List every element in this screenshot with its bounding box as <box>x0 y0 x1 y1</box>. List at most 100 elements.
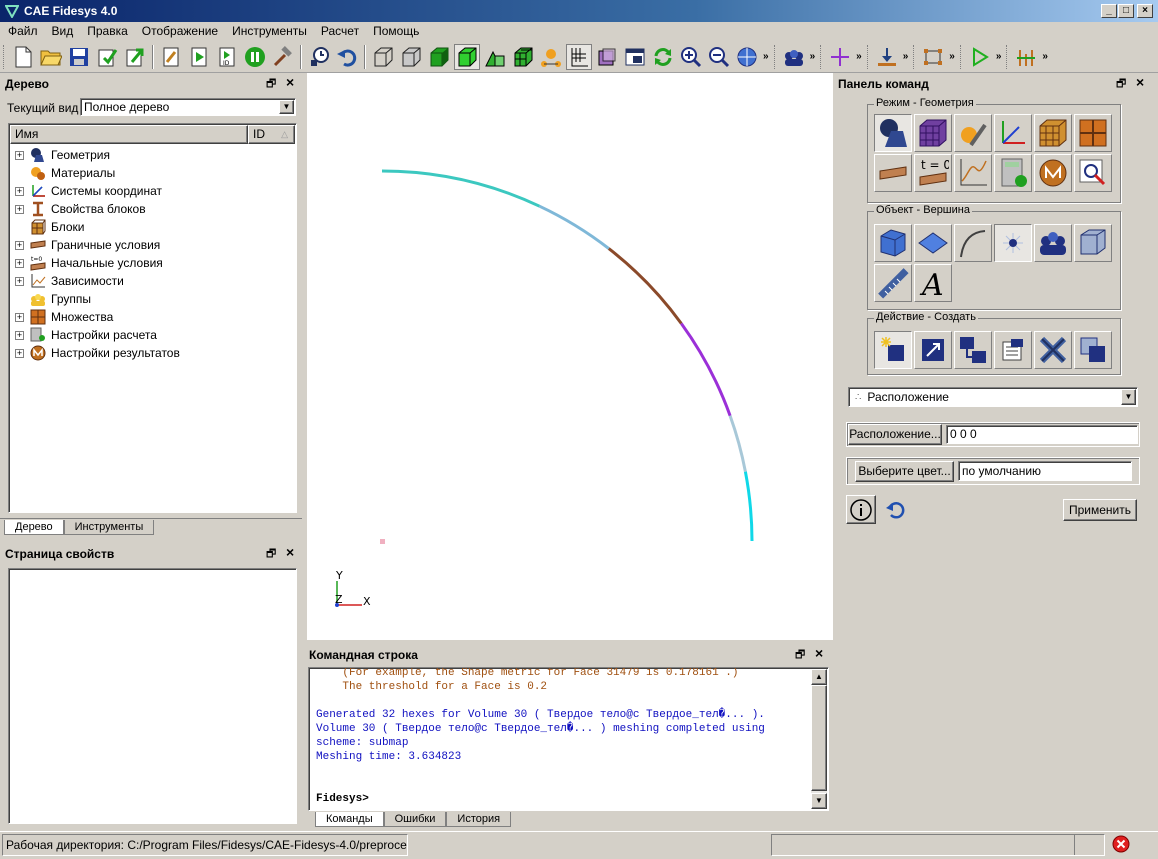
tree-item-geometry[interactable]: + Геометрия <box>15 146 285 164</box>
group-object-icon[interactable] <box>1034 224 1072 262</box>
tree-item-block-properties[interactable]: + Свойства блоков <box>15 200 285 218</box>
body-icon[interactable] <box>1074 224 1112 262</box>
chevron-down-icon[interactable]: ▼ <box>1121 389 1136 405</box>
tab-history[interactable]: История <box>446 812 512 827</box>
run-id-icon[interactable]: ID <box>214 44 240 70</box>
import-icon[interactable] <box>94 44 120 70</box>
export-icon[interactable] <box>122 44 148 70</box>
undo-icon[interactable] <box>334 44 360 70</box>
graphics-viewport[interactable]: Y Z X <box>307 73 833 640</box>
reset-icon[interactable] <box>884 498 908 522</box>
toolbar-more-icon[interactable]: » <box>856 51 862 62</box>
shapes-view-icon[interactable] <box>482 44 508 70</box>
grid-axes-icon[interactable] <box>566 43 592 70</box>
tab-commands[interactable]: Команды <box>315 812 384 827</box>
tree-item-boundary-conditions[interactable]: + Граничные условия <box>15 236 285 254</box>
float-panel-icon[interactable]: 🗗 <box>266 545 276 564</box>
initial-t0-icon[interactable]: t = 0 <box>914 154 952 192</box>
measure-icon[interactable] <box>874 264 912 302</box>
color-input[interactable]: по умолчанию <box>958 461 1132 481</box>
create-icon[interactable] <box>874 331 912 369</box>
tree-item-results-settings[interactable]: + Настройки результатов <box>15 344 285 362</box>
expand-icon[interactable]: + <box>15 348 24 358</box>
zoom-fit-icon[interactable] <box>734 44 760 70</box>
transparency-icon[interactable] <box>594 44 620 70</box>
view-select[interactable]: Полное дерево ▼ <box>80 98 296 116</box>
menu-view[interactable]: Вид <box>44 24 80 38</box>
expand-icon[interactable]: + <box>15 258 24 268</box>
menu-calculation[interactable]: Расчет <box>313 24 365 38</box>
close-window-button[interactable]: × <box>1137 4 1153 18</box>
shaded-view-icon[interactable] <box>426 44 452 70</box>
coordinate-mode-icon[interactable] <box>994 114 1032 152</box>
expand-icon[interactable]: + <box>15 276 24 286</box>
toolbar-grip[interactable] <box>3 44 6 69</box>
console-output[interactable]: (For example, the Shape metric for Face … <box>308 667 829 811</box>
copy-transform-icon[interactable] <box>954 331 992 369</box>
tree-item-blocks[interactable]: Блоки <box>15 218 285 236</box>
float-panel-icon[interactable]: 🗗 <box>1116 75 1126 94</box>
shaded-edges-view-icon[interactable] <box>454 43 480 70</box>
tree-item-initial-conditions[interactable]: + t=0 Начальные условия <box>15 254 285 272</box>
save-icon[interactable] <box>66 44 92 70</box>
info-button[interactable] <box>846 495 876 524</box>
toolbar-more-icon[interactable]: » <box>1042 51 1048 62</box>
delete-icon[interactable] <box>1034 331 1072 369</box>
toolbar-more-icon[interactable]: » <box>949 51 955 62</box>
modify-icon[interactable] <box>914 331 952 369</box>
location-input[interactable]: 0 0 0 <box>946 425 1138 444</box>
toolbar-more-icon[interactable]: » <box>996 51 1002 62</box>
curve-icon[interactable] <box>954 224 992 262</box>
run-script-icon[interactable] <box>186 44 212 70</box>
column-header-name[interactable]: Имя <box>10 125 248 144</box>
settings-clock-icon[interactable] <box>306 44 332 70</box>
menu-tools[interactable]: Инструменты <box>224 24 313 38</box>
boundary-mode-icon[interactable] <box>874 154 912 192</box>
apply-button[interactable]: Применить <box>1063 499 1137 521</box>
console-prompt[interactable]: Fidesys> <box>316 792 369 806</box>
groups-toolbar-icon[interactable] <box>781 44 807 70</box>
tree-item-groups[interactable]: Группы <box>15 290 285 308</box>
tree-item-coordinate-systems[interactable]: + Системы координат <box>15 182 285 200</box>
wireframe-view-icon[interactable] <box>370 44 396 70</box>
surface-icon[interactable] <box>914 224 952 262</box>
edit-script-icon[interactable] <box>158 44 184 70</box>
mesh-view-icon[interactable] <box>510 44 536 70</box>
dependency-mode-icon[interactable] <box>954 154 992 192</box>
sets-mode-icon[interactable] <box>1074 114 1112 152</box>
location-dropdown[interactable]: ∴ Расположение ▼ <box>848 387 1138 407</box>
sort-axes-icon[interactable] <box>1013 44 1039 70</box>
chevron-down-icon[interactable]: ▼ <box>279 100 294 114</box>
column-header-id[interactable]: ID △ <box>248 125 295 144</box>
console-scrollbar[interactable]: ▲ ▼ <box>811 669 827 809</box>
stop-icon[interactable] <box>1112 835 1130 853</box>
location-button[interactable]: Расположение... <box>848 424 942 445</box>
tools-mode-icon[interactable] <box>954 114 992 152</box>
tree-item-dependencies[interactable]: + Зависимости <box>15 272 285 290</box>
close-panel-icon[interactable]: × <box>286 544 294 560</box>
menu-edit[interactable]: Правка <box>79 24 134 38</box>
tab-errors[interactable]: Ошибки <box>383 812 447 827</box>
inspect-mode-icon[interactable] <box>1074 154 1112 192</box>
expand-icon[interactable]: + <box>15 204 24 214</box>
menu-help[interactable]: Помощь <box>365 24 425 38</box>
pause-icon[interactable] <box>242 44 268 70</box>
menu-file[interactable]: Файл <box>0 24 44 38</box>
float-panel-icon[interactable]: 🗗 <box>795 646 805 665</box>
maximize-button[interactable]: □ <box>1118 4 1134 18</box>
results-mode-icon[interactable] <box>1034 154 1072 192</box>
minimize-button[interactable]: _ <box>1101 4 1117 18</box>
blocks-mode-icon[interactable] <box>1034 114 1072 152</box>
scroll-thumb[interactable] <box>811 685 827 791</box>
zoom-out-icon[interactable] <box>706 44 732 70</box>
toolbar-more-icon[interactable]: » <box>903 51 909 62</box>
geometry-mode-icon[interactable] <box>874 114 912 152</box>
hammer-icon[interactable] <box>270 44 296 70</box>
window-view-icon[interactable] <box>622 44 648 70</box>
toolbar-more-icon[interactable]: » <box>763 51 769 62</box>
merge-icon[interactable] <box>1074 331 1112 369</box>
node-network-icon[interactable] <box>538 44 564 70</box>
zoom-in-icon[interactable] <box>678 44 704 70</box>
open-folder-icon[interactable] <box>38 44 64 70</box>
tree-item-sets[interactable]: + Множества <box>15 308 285 326</box>
